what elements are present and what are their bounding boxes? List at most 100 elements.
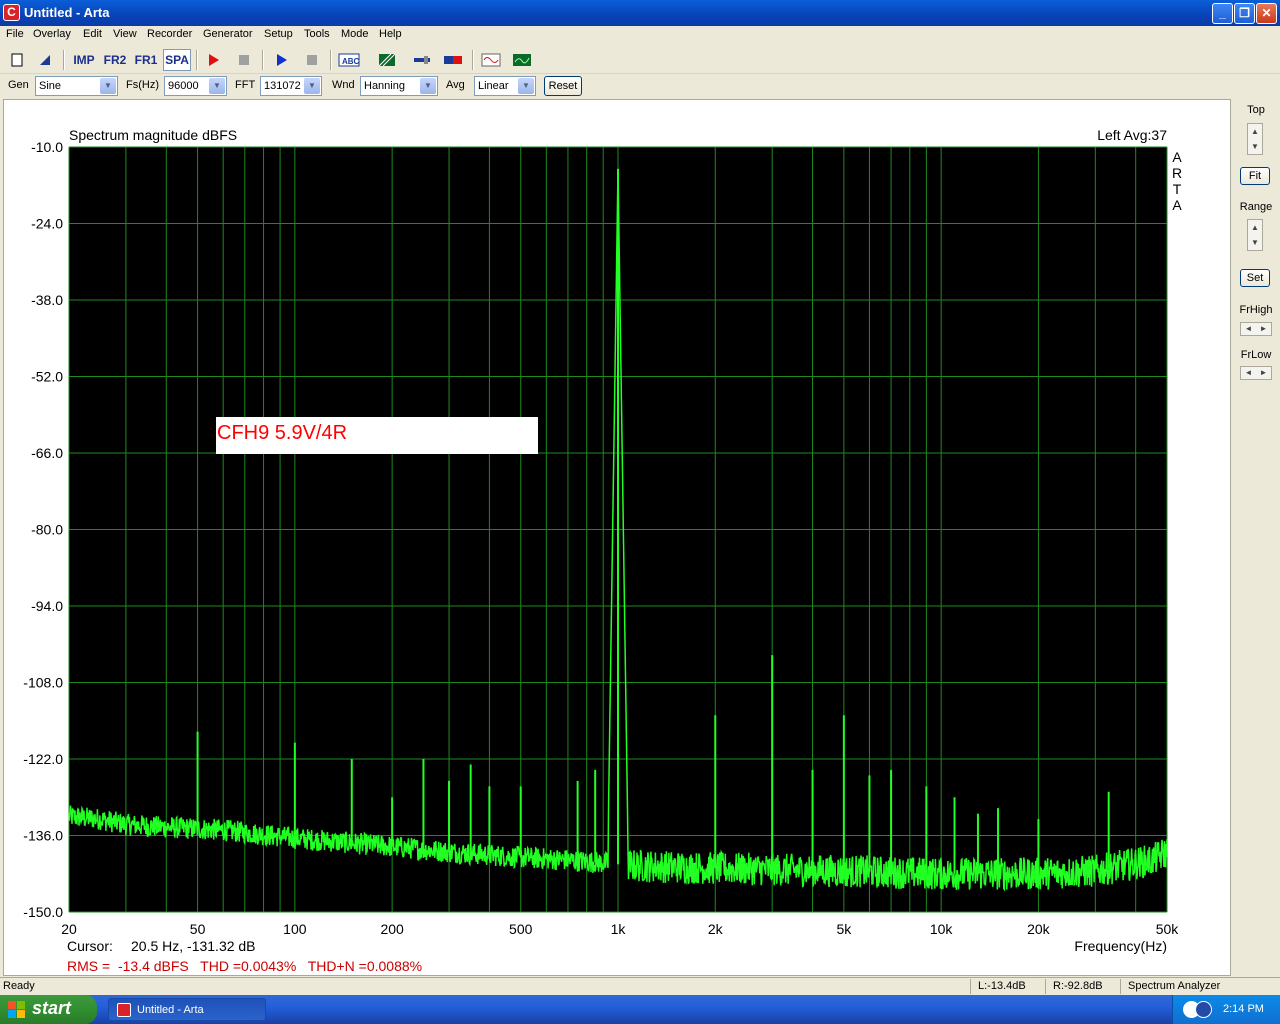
down-arrow-icon[interactable]: ▼	[1248, 139, 1262, 154]
gen-select-value: Sine	[39, 80, 62, 92]
y-tick-label: -80.0	[31, 522, 63, 538]
hatch-icon[interactable]	[375, 49, 399, 71]
spa-button[interactable]: SPA	[163, 49, 191, 71]
taskbar: start Untitled - Arta 2:14 PM	[0, 995, 1280, 1024]
arta-side-letter: T	[1173, 181, 1182, 197]
arta-app-icon: C	[3, 4, 20, 21]
chevron-down-icon[interactable]: ▼	[304, 78, 320, 94]
x-tick-label: 2k	[708, 921, 724, 937]
arta-side-letter: A	[1172, 197, 1182, 213]
frhigh-label: FrHigh	[1239, 304, 1273, 316]
fft-label: FFT	[235, 79, 256, 91]
x-tick-label: 200	[380, 921, 404, 937]
fs-select-value: 96000	[168, 80, 199, 92]
open-icon[interactable]	[33, 49, 57, 71]
tray-volume-icon[interactable]	[1195, 1001, 1212, 1018]
wnd-label: Wnd	[332, 79, 355, 91]
status-left-level: L:-13.4dB	[978, 980, 1026, 992]
start-label: start	[32, 998, 72, 1018]
set-button[interactable]: Set	[1240, 269, 1270, 287]
up-arrow-icon[interactable]: ▲	[1248, 220, 1262, 235]
gen-select[interactable]: Sine ▼	[35, 76, 118, 96]
menu-setup[interactable]: Setup	[264, 28, 293, 40]
range-spinner[interactable]: ▲ ▼	[1247, 219, 1263, 251]
level-meter-icon[interactable]	[441, 49, 465, 71]
top-spinner[interactable]: ▲ ▼	[1247, 123, 1263, 155]
system-tray: 2:14 PM	[1172, 995, 1280, 1024]
menu-edit[interactable]: Edit	[83, 28, 102, 40]
imp-button[interactable]: IMP	[70, 49, 98, 71]
taskbar-item-arta[interactable]: Untitled - Arta	[108, 998, 266, 1021]
menu-view[interactable]: View	[113, 28, 137, 40]
chart-title: Spectrum magnitude dBFS	[69, 127, 237, 143]
fr1-button[interactable]: FR1	[132, 49, 160, 71]
menu-file[interactable]: File	[6, 28, 24, 40]
chevron-down-icon[interactable]: ▼	[420, 78, 436, 94]
svg-text:ABC: ABC	[342, 57, 360, 66]
frhigh-spinner[interactable]: ◄ ►	[1240, 322, 1272, 336]
spectrum-chart[interactable]: -10.0 -24.0 -38.0 -52.0 -66.0 -80.0 -94.0 -108.…	[4, 100, 1230, 975]
record-icon[interactable]	[201, 49, 225, 71]
reset-button[interactable]: Reset	[544, 76, 582, 96]
stop-icon[interactable]	[232, 49, 256, 71]
y-tick-label: -150.0	[23, 904, 63, 920]
menu-generator[interactable]: Generator	[203, 28, 253, 40]
x-tick-label: 500	[509, 921, 533, 937]
side-panel: Top ▲ ▼ Fit Range ▲ ▼ Set FrHigh ◄ ► FrL…	[1232, 99, 1280, 976]
channel-label: Left Avg:37	[1097, 127, 1167, 143]
menu-recorder[interactable]: Recorder	[147, 28, 192, 40]
right-arrow-icon[interactable]: ►	[1256, 323, 1271, 335]
fs-select[interactable]: 96000 ▼	[164, 76, 227, 96]
up-arrow-icon[interactable]: ▲	[1248, 124, 1262, 139]
spectrum-plot-panel: -10.0 -24.0 -38.0 -52.0 -66.0 -80.0 -94.0 -108.…	[3, 99, 1231, 976]
chevron-down-icon[interactable]: ▼	[100, 78, 116, 94]
status-right-level: R:-92.8dB	[1053, 980, 1103, 992]
fit-button[interactable]: Fit	[1240, 167, 1270, 185]
frlow-spinner[interactable]: ◄ ►	[1240, 366, 1272, 380]
left-arrow-icon[interactable]: ◄	[1241, 323, 1256, 335]
window-select-value: Hanning	[364, 80, 405, 92]
x-tick-label: 100	[283, 921, 307, 937]
title-bar: C Untitled - Arta _ ❐ ✕	[0, 0, 1280, 26]
top-label: Top	[1247, 104, 1265, 116]
main-toolbar: IMP FR2 FR1 SPA ABC	[0, 46, 1280, 74]
arta-side-letter: R	[1172, 165, 1182, 181]
new-document-icon[interactable]	[5, 49, 29, 71]
slider-icon[interactable]	[410, 49, 434, 71]
left-arrow-icon[interactable]: ◄	[1241, 367, 1256, 379]
chevron-down-icon[interactable]: ▼	[518, 78, 534, 94]
menu-tools[interactable]: Tools	[304, 28, 330, 40]
cursor-readout: 20.5 Hz, -131.32 dB	[131, 938, 256, 954]
fr2-button[interactable]: FR2	[101, 49, 129, 71]
chevron-down-icon[interactable]: ▼	[209, 78, 225, 94]
stop-icon[interactable]	[300, 49, 324, 71]
sine-wave-icon[interactable]	[479, 49, 503, 71]
fft-select[interactable]: 131072 ▼	[260, 76, 322, 96]
abc-icon[interactable]: ABC	[337, 49, 361, 71]
avg-select-value: Linear	[478, 80, 509, 92]
avg-label: Avg	[446, 79, 465, 91]
down-arrow-icon[interactable]: ▼	[1248, 235, 1262, 250]
window-select[interactable]: Hanning ▼	[360, 76, 438, 96]
x-tick-label: 10k	[930, 921, 954, 937]
clock: 2:14 PM	[1223, 1003, 1264, 1015]
menu-mode[interactable]: Mode	[341, 28, 369, 40]
arta-app-icon	[117, 1003, 131, 1017]
menu-overlay[interactable]: Overlay	[33, 28, 71, 40]
arta-side-letter: A	[1172, 149, 1182, 165]
x-tick-label: 20k	[1027, 921, 1051, 937]
start-button[interactable]: start	[0, 995, 97, 1024]
minimize-button[interactable]: _	[1212, 3, 1233, 24]
fft-select-value: 131072	[264, 80, 301, 92]
avg-select[interactable]: Linear ▼	[474, 76, 536, 96]
y-tick-label: -52.0	[31, 369, 63, 385]
x-tick-label: 50k	[1156, 921, 1180, 937]
restore-button[interactable]: ❐	[1234, 3, 1255, 24]
play-icon[interactable]	[269, 49, 293, 71]
menu-help[interactable]: Help	[379, 28, 402, 40]
scope-icon[interactable]	[510, 49, 534, 71]
close-button[interactable]: ✕	[1256, 3, 1277, 24]
x-tick-label: 5k	[836, 921, 852, 937]
right-arrow-icon[interactable]: ►	[1256, 367, 1271, 379]
annotation-text[interactable]: CFH9 5.9V/4R	[217, 422, 347, 444]
